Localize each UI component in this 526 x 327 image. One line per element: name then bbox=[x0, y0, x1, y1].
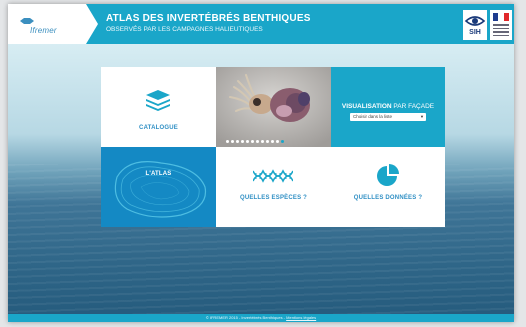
atlas-illustration bbox=[114, 161, 207, 218]
especes-tile[interactable]: QUELLES ESPÈCES ? bbox=[216, 147, 331, 227]
catalogue-label: CATALOGUE bbox=[139, 125, 178, 131]
donnees-label: QUELLES DONNÉES ? bbox=[353, 195, 423, 201]
chevron-down-icon: ▼ bbox=[420, 114, 424, 119]
atlas-label: L'ATLAS bbox=[145, 171, 172, 177]
copyright-text: © IFREMER 2015 - Invertébrés Benthiques … bbox=[205, 315, 287, 320]
visualisation-label-rest: PAR FAÇADE bbox=[391, 103, 435, 110]
carousel-dots bbox=[226, 140, 284, 143]
carousel-dot-active[interactable] bbox=[281, 140, 284, 143]
carousel-dot[interactable] bbox=[256, 140, 259, 143]
dna-icon bbox=[253, 169, 293, 183]
atlas-tile[interactable]: L'ATLAS bbox=[101, 147, 216, 227]
carousel-dot[interactable] bbox=[226, 140, 229, 143]
carousel-dot[interactable] bbox=[246, 140, 249, 143]
carousel-dot[interactable] bbox=[251, 140, 254, 143]
sih-label: SIH bbox=[469, 29, 481, 36]
tile-grid: CATALOGUE VISUALISATION PAR FAÇADE Chois… bbox=[101, 67, 445, 227]
republique-francaise-logo[interactable] bbox=[490, 10, 512, 40]
footer: © IFREMER 2015 - Invertébrés Benthiques … bbox=[8, 314, 514, 322]
flag-icon bbox=[493, 13, 509, 21]
ifremer-logo[interactable]: Ifremer bbox=[8, 4, 98, 44]
footer-text: © IFREMER 2015 - Invertébrés Benthiques … bbox=[8, 315, 514, 320]
page-frame: Ifremer ATLAS DES INVERTÉBRÉS BENTHIQUES… bbox=[8, 4, 514, 322]
facade-select-value: Choisir dans la liste bbox=[353, 114, 393, 119]
legal-notice-link[interactable]: Mentions légales bbox=[286, 315, 316, 320]
page-title: ATLAS DES INVERTÉBRÉS BENTHIQUES bbox=[106, 13, 311, 24]
logo-text: Ifremer bbox=[30, 26, 57, 35]
visualisation-label: VISUALISATION PAR FAÇADE bbox=[331, 103, 445, 110]
donnees-tile[interactable]: QUELLES DONNÉES ? bbox=[331, 147, 445, 227]
carousel-dot[interactable] bbox=[261, 140, 264, 143]
squid-image bbox=[216, 67, 331, 147]
photo-carousel[interactable] bbox=[216, 67, 331, 147]
sih-logo[interactable]: SIH bbox=[463, 10, 487, 40]
carousel-dot[interactable] bbox=[231, 140, 234, 143]
pie-chart-icon bbox=[377, 164, 399, 186]
fish-icon bbox=[20, 18, 34, 24]
carousel-dot[interactable] bbox=[276, 140, 279, 143]
catalogue-tile[interactable]: CATALOGUE bbox=[101, 67, 216, 147]
ministry-text-lines bbox=[493, 24, 509, 38]
visualisation-label-bold: VISUALISATION bbox=[341, 103, 392, 110]
carousel-dot[interactable] bbox=[271, 140, 274, 143]
especes-label: QUELLES ESPÈCES ? bbox=[239, 195, 308, 201]
carousel-dot[interactable] bbox=[236, 140, 239, 143]
eye-icon bbox=[464, 16, 486, 26]
layers-icon bbox=[146, 90, 170, 111]
carousel-dot[interactable] bbox=[266, 140, 269, 143]
header: Ifremer ATLAS DES INVERTÉBRÉS BENTHIQUES… bbox=[8, 4, 514, 44]
page-subtitle: OBSERVÉS PAR LES CAMPAGNES HALIEUTIQUES bbox=[106, 26, 263, 33]
facade-select[interactable]: Choisir dans la liste ▼ bbox=[350, 113, 426, 121]
carousel-dot[interactable] bbox=[241, 140, 244, 143]
visualisation-tile: VISUALISATION PAR FAÇADE Choisir dans la… bbox=[331, 67, 445, 147]
